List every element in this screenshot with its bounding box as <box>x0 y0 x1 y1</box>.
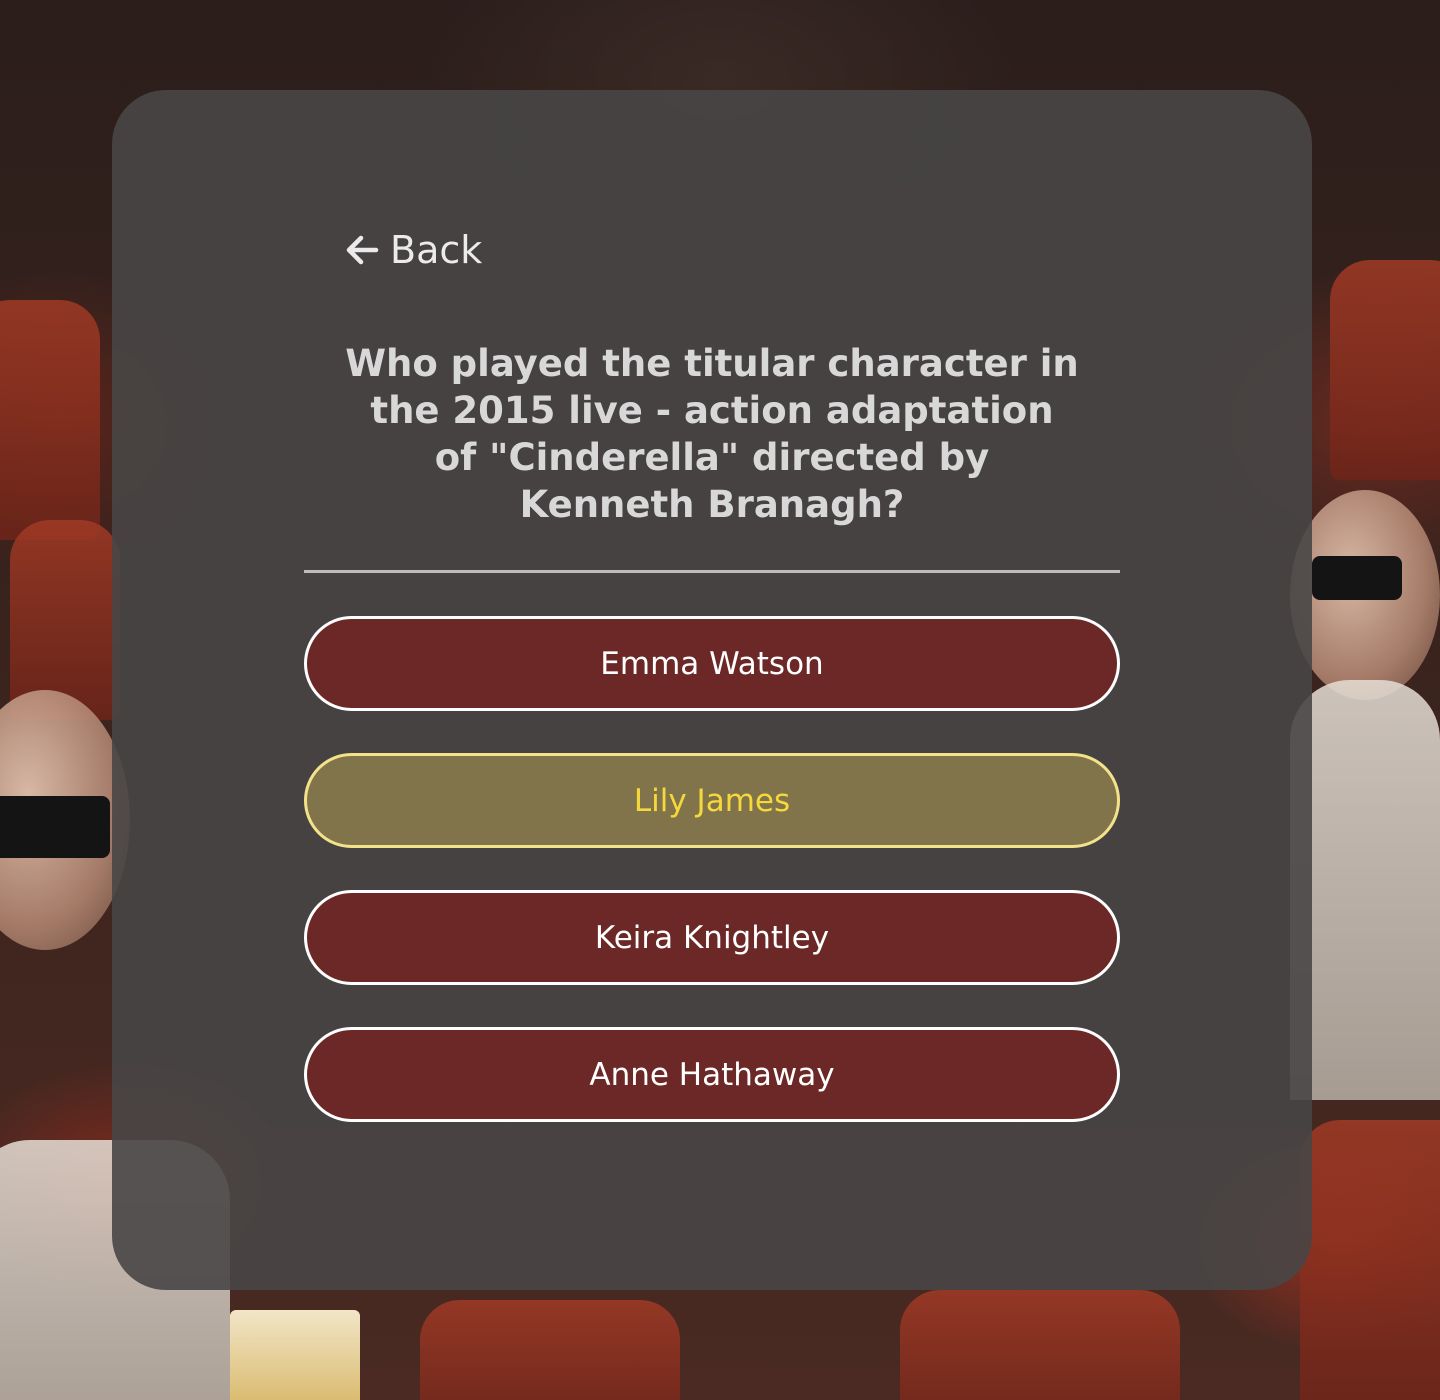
question-text: Who played the titular character in the … <box>345 342 1079 526</box>
quiz-card: Back Who played the titular character in… <box>112 90 1312 1290</box>
seat-shape <box>1300 1120 1440 1400</box>
answer-list: Emma Watson Lily James Keira Knightley A… <box>304 616 1120 1164</box>
popcorn-bucket <box>230 1310 360 1400</box>
divider <box>304 570 1120 573</box>
audience-shirt <box>1290 680 1440 1100</box>
seat-shape <box>1330 260 1440 480</box>
3d-glasses-shape <box>0 796 110 858</box>
back-label: Back <box>390 228 483 272</box>
seat-shape <box>900 1290 1180 1400</box>
answer-option-1[interactable]: Emma Watson <box>304 616 1120 711</box>
answer-option-4[interactable]: Anne Hathaway <box>304 1027 1120 1122</box>
seat-shape <box>420 1300 680 1400</box>
arrow-left-icon <box>344 232 380 268</box>
back-button[interactable]: Back <box>344 228 482 272</box>
answer-option-3[interactable]: Keira Knightley <box>304 890 1120 985</box>
answer-option-2[interactable]: Lily James <box>304 753 1120 848</box>
seat-shape <box>10 520 120 720</box>
seat-shape <box>0 300 100 540</box>
3d-glasses-shape <box>1312 556 1402 600</box>
